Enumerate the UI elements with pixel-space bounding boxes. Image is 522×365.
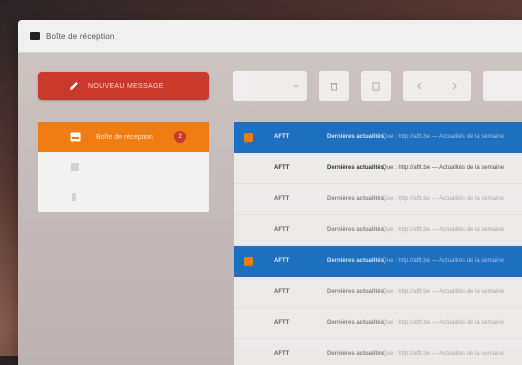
delete-button[interactable]: [319, 71, 349, 101]
sidebar-item-label: Boîte de réception: [96, 133, 153, 141]
mail-window: Boîte de réception NOUVEAU MESSAGE Boîte…: [18, 20, 522, 365]
message-subject: Dernières actualités: [327, 227, 385, 233]
window-title: Boîte de réception: [46, 31, 115, 41]
message-sender: AFTT: [274, 289, 290, 295]
compose-button[interactable]: NOUVEAU MESSAGE: [38, 72, 209, 100]
archive-icon: [372, 82, 380, 90]
message-checkbox[interactable]: [244, 319, 253, 328]
title-bar: Boîte de réception: [18, 20, 522, 53]
pencil-icon: [70, 82, 78, 90]
message-preview: Que : http://aftt.be — Actualités de la …: [382, 165, 505, 171]
message-subject: Dernières actualités: [327, 289, 385, 295]
message-preview: Que : http://aftt.be — Actualités de la …: [382, 320, 505, 326]
message-subject: Dernières actualités: [327, 196, 385, 202]
toolbar: [233, 71, 522, 101]
sidebar-item-file[interactable]: [38, 182, 209, 212]
sidebar-item-inbox[interactable]: Boîte de réception 2: [38, 122, 209, 152]
message-sender: AFTT: [274, 227, 290, 233]
search-field[interactable]: [483, 71, 522, 101]
chevron-down-icon: [293, 84, 299, 88]
message-subject: Dernières actualités: [327, 134, 385, 140]
message-sender: AFTT: [274, 351, 290, 357]
message-sender: AFTT: [274, 196, 290, 202]
folder-icon: [71, 163, 79, 171]
arrow-right-icon[interactable]: [450, 82, 458, 90]
select-dropdown[interactable]: [233, 71, 307, 101]
unread-count-badge: 2: [174, 131, 186, 143]
arrow-left-icon[interactable]: [416, 82, 424, 90]
message-row[interactable]: AFTT Dernières actualités Que : http://aft…: [234, 277, 522, 308]
message-subject: Dernières actualités: [327, 351, 385, 357]
message-checkbox[interactable]: [244, 288, 253, 297]
app-icon: [30, 32, 40, 40]
sidebar: Boîte de réception 2: [38, 122, 209, 212]
message-row[interactable]: AFTT Dernières actualités Que : http://aft…: [234, 246, 522, 277]
message-row[interactable]: AFTT Dernières actualités Que : http://aft…: [234, 339, 522, 365]
message-row[interactable]: AFTT Dernières actualités Que : http://aft…: [234, 153, 522, 184]
message-checkbox[interactable]: [244, 132, 253, 142]
message-checkbox[interactable]: [244, 226, 253, 235]
message-checkbox[interactable]: [244, 195, 253, 204]
message-sender: AFTT: [274, 258, 290, 264]
file-icon: [72, 193, 76, 201]
message-preview: Que : http://aftt.be — Actualités de la …: [382, 351, 505, 357]
message-sender: AFTT: [274, 134, 290, 140]
archive-button[interactable]: [361, 71, 391, 101]
message-list: AFTT Dernières actualités Que : http://aft…: [234, 122, 522, 365]
message-subject: Dernières actualités: [327, 165, 385, 171]
message-preview: Que : http://aftt.be — Actualités de la …: [382, 289, 505, 295]
message-row[interactable]: AFTT Dernières actualités Que : http://aft…: [234, 184, 522, 215]
message-sender: AFTT: [274, 320, 290, 326]
navigation-buttons[interactable]: [403, 71, 471, 101]
message-row[interactable]: AFTT Dernières actualités Que : http://aft…: [234, 215, 522, 246]
compose-label: NOUVEAU MESSAGE: [88, 82, 164, 90]
message-subject: Dernières actualités: [327, 320, 385, 326]
message-preview: Que : http://aftt.be — Actualités de la …: [382, 134, 505, 140]
sidebar-item-folder[interactable]: [38, 152, 209, 182]
message-sender: AFTT: [274, 165, 290, 171]
trash-icon: [330, 82, 338, 90]
message-preview: Que : http://aftt.be — Actualités de la …: [382, 196, 505, 202]
message-subject: Dernières actualités: [327, 258, 385, 264]
message-row[interactable]: AFTT Dernières actualités Que : http://aft…: [234, 122, 522, 153]
message-checkbox[interactable]: [244, 164, 253, 173]
message-checkbox[interactable]: [244, 256, 253, 266]
message-preview: Que : http://aftt.be — Actualités de la …: [382, 258, 505, 264]
message-row[interactable]: AFTT Dernières actualités Que : http://aft…: [234, 308, 522, 339]
message-preview: Que : http://aftt.be — Actualités de la …: [382, 227, 505, 233]
inbox-icon: [70, 132, 81, 142]
message-checkbox[interactable]: [244, 350, 253, 359]
